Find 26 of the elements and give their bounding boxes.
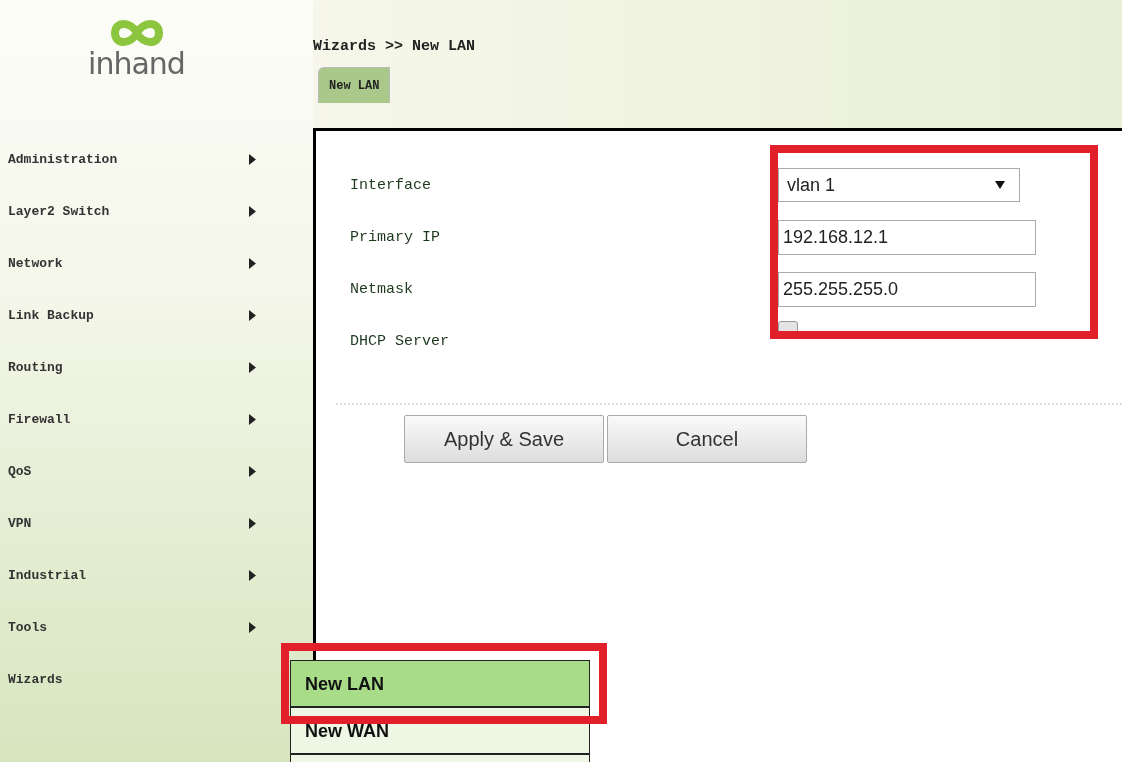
submenu-item[interactable]: New WAN xyxy=(291,708,589,755)
input-field[interactable]: 255.255.255.0 xyxy=(778,271,1036,307)
sidebar-item[interactable]: Routing xyxy=(0,341,280,393)
button[interactable]: Cancel xyxy=(607,415,807,463)
field-label: Primary IP xyxy=(349,228,441,246)
breadcrumb: Wizards >> New LAN xyxy=(313,38,476,55)
button[interactable]: Apply & Save xyxy=(404,415,604,463)
sidebar-item[interactable]: Wizards xyxy=(0,653,280,705)
field-label: Netmask xyxy=(349,280,414,298)
sidebar-item[interactable]: Industrial xyxy=(0,549,280,601)
dropdown-caret-icon xyxy=(995,181,1005,189)
interface-dropdown[interactable]: vlan 1 xyxy=(778,168,1020,202)
field-label: Interface xyxy=(349,176,432,194)
sidebar-item[interactable]: Firewall xyxy=(0,393,280,445)
sidebar-item[interactable]: Layer2 Switch xyxy=(0,185,280,237)
sidebar-item[interactable]: QoS xyxy=(0,445,280,497)
tab[interactable]: New LAN xyxy=(318,67,391,103)
sidebar-item[interactable]: VPN xyxy=(0,497,280,549)
sidebar-item[interactable]: Network xyxy=(0,237,280,289)
input-field[interactable]: 192.168.12.1 xyxy=(778,219,1036,255)
sidebar-item[interactable]: Link Backup xyxy=(0,289,280,341)
field-label: DHCP Server xyxy=(349,332,451,350)
sidebar-item[interactable]: Tools xyxy=(0,601,280,653)
sidebar-item[interactable]: Administration xyxy=(0,133,280,185)
logo-text: inhand xyxy=(88,48,185,80)
submenu-item[interactable]: New LAN xyxy=(291,661,589,708)
